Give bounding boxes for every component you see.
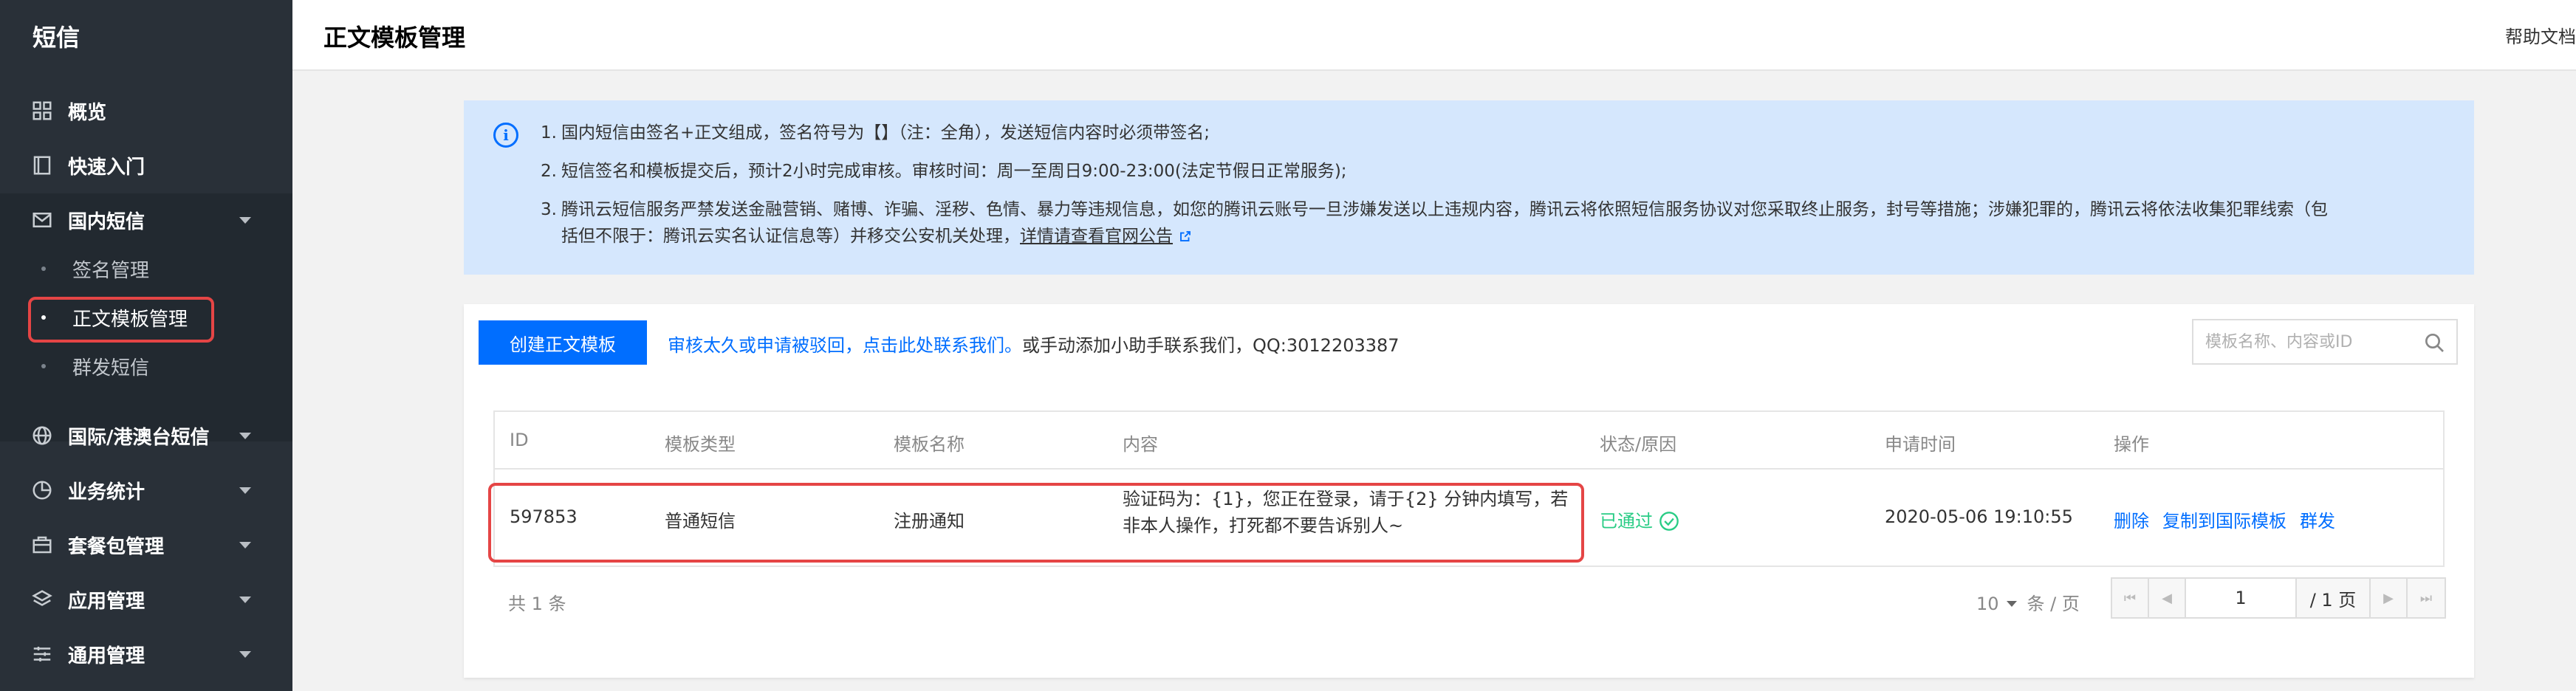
globe-icon <box>31 424 53 447</box>
annotation-highlight <box>488 483 1584 563</box>
official-announcement-link[interactable]: 详情请查看官网公告 <box>1020 227 1173 246</box>
chevron-down-icon <box>239 597 251 603</box>
grid-icon <box>31 100 53 122</box>
notice-number: 2. <box>541 162 557 181</box>
sidebar: 短信 概览 快速入门 国内短信 签名管理 正文模板管理 群发短信 国际/港澳台短… <box>0 0 292 691</box>
chevron-down-icon <box>239 487 251 494</box>
sidebar-item-label: 套餐包管理 <box>68 535 165 558</box>
annotation-highlight <box>28 297 214 343</box>
sidebar-item-label: 业务统计 <box>68 481 145 503</box>
dot-icon <box>41 364 46 368</box>
cell-actions: 删除 复制到国际模板 群发 <box>2114 506 2349 532</box>
page-size-select[interactable]: 10 条 / 页 <box>1976 589 2080 615</box>
header: 正文模板管理 帮助文档 <box>292 0 2576 71</box>
chevron-down-icon <box>239 217 251 224</box>
sidebar-item-international-sms[interactable]: 国际/港澳台短信 <box>0 409 292 462</box>
column-header: 申请时间 <box>1885 434 1956 455</box>
sidebar-item-statistics[interactable]: 业务统计 <box>0 464 292 517</box>
copy-to-international-button[interactable]: 复制到国际模板 <box>2162 511 2286 532</box>
notice-panel: i 1. 国内短信由签名+正文组成，签名符号为【】（注：全角），发送短信内容时必须… <box>464 100 2474 275</box>
total-count: 共 1 条 <box>508 594 566 614</box>
create-template-button[interactable]: 创建正文模板 <box>479 320 647 365</box>
book-icon <box>31 154 53 176</box>
last-page-button[interactable]: ⏭ <box>2408 579 2445 617</box>
status-text: 已通过 <box>1600 511 1653 532</box>
sidebar-item-label: 国际/港澳台短信 <box>68 426 210 449</box>
layers-icon <box>31 588 53 611</box>
sidebar-item-packages[interactable]: 套餐包管理 <box>0 518 292 571</box>
next-page-button[interactable]: ▶ <box>2371 579 2408 617</box>
mail-icon <box>31 209 53 231</box>
table-header: ID 模板类型 模板名称 内容 状态/原因 申请时间 操作 <box>495 412 2443 470</box>
chevron-down-icon <box>239 651 251 658</box>
delete-button[interactable]: 删除 <box>2114 511 2149 532</box>
bulk-send-button[interactable]: 群发 <box>2300 511 2335 532</box>
pagination: ⏮ ◀ / 1 页 ▶ ⏭ <box>2111 577 2446 619</box>
sliders-icon <box>31 643 53 665</box>
search-box <box>2192 319 2458 365</box>
notice-text: 国内短信由签名+正文组成，签名符号为【】（注：全角），发送短信内容时必须带签名; <box>561 123 1210 142</box>
sidebar-item-overview[interactable]: 概览 <box>0 84 292 137</box>
notice-line: 括但不限于：腾讯云实名认证信息等）并移交公安机关处理，详情请查看官网公告 <box>561 223 1192 250</box>
column-header: 内容 <box>1123 434 1158 455</box>
sidebar-item-label: 概览 <box>68 101 107 124</box>
help-docs-link[interactable]: 帮助文档 <box>2505 22 2576 48</box>
page-title: 正文模板管理 <box>323 24 466 52</box>
sidebar-title: 短信 <box>32 24 80 52</box>
submenu-item-signature[interactable]: 签名管理 <box>0 245 292 292</box>
sidebar-item-apps[interactable]: 应用管理 <box>0 573 292 626</box>
sidebar-item-label: 快速入门 <box>68 156 145 179</box>
contact-tip-text: 或手动添加小助手联系我们，QQ:3012203387 <box>1022 335 1400 356</box>
prev-page-button[interactable]: ◀ <box>2149 579 2186 617</box>
contact-us-link[interactable]: 审核太久或申请被驳回，点击此处联系我们。 <box>668 335 1022 356</box>
notice-text: 腾讯云短信服务严禁发送金融营销、赌博、诈骗、淫秽、色情、暴力等违规信息，如您的腾… <box>561 200 2328 219</box>
column-header: 模板名称 <box>894 434 965 455</box>
notice-number: 1. <box>541 123 557 142</box>
contact-tip: 审核太久或申请被驳回，点击此处联系我们。或手动添加小助手联系我们，QQ:3012… <box>668 331 1400 357</box>
submenu-item-bulk-sms[interactable]: 群发短信 <box>0 343 292 390</box>
first-page-button[interactable]: ⏮ <box>2112 579 2149 617</box>
cell-status: 已通过 <box>1600 506 1679 532</box>
column-header: 操作 <box>2114 434 2149 455</box>
notice-line: 2. 短信签名和模板提交后，预计2小时完成审核。审核时间：周一至周日9:00-23… <box>541 158 1347 185</box>
sidebar-item-general[interactable]: 通用管理 <box>0 628 292 681</box>
cell-time: 2020-05-06 19:10:55 <box>1885 506 2073 527</box>
column-header: ID <box>510 430 529 450</box>
page-number-input[interactable] <box>2186 579 2297 617</box>
notice-line: 1. 国内短信由签名+正文组成，签名符号为【】（注：全角），发送短信内容时必须带签… <box>541 120 1210 146</box>
notice-text: 括但不限于：腾讯云实名认证信息等）并移交公安机关处理， <box>561 227 1020 246</box>
chevron-down-icon <box>239 542 251 549</box>
per-page-label: 条 / 页 <box>2027 594 2080 614</box>
sidebar-item-label: 应用管理 <box>68 590 145 613</box>
external-link-icon <box>1180 231 1191 241</box>
search-icon[interactable] <box>2422 331 2446 354</box>
chevron-down-icon <box>239 433 251 439</box>
package-icon <box>31 534 53 556</box>
page-size-value: 10 <box>1976 594 1999 614</box>
sidebar-item-quickstart[interactable]: 快速入门 <box>0 139 292 192</box>
search-input[interactable] <box>2205 331 2412 353</box>
submenu-item-label: 签名管理 <box>72 259 150 282</box>
total-pages: / 1 页 <box>2297 579 2371 617</box>
notice-text: 短信签名和模板提交后，预计2小时完成审核。审核时间：周一至周日9:00-23:0… <box>561 162 1347 181</box>
caret-down-icon <box>2006 601 2017 607</box>
pie-chart-icon <box>31 479 53 501</box>
info-icon: i <box>493 123 518 148</box>
column-header: 模板类型 <box>665 434 736 455</box>
submenu-item-label: 群发短信 <box>72 357 150 379</box>
sidebar-item-label: 国内短信 <box>68 210 145 233</box>
check-circle-icon <box>1659 512 1679 531</box>
notice-number: 3. <box>541 200 557 219</box>
sidebar-item-domestic-sms[interactable]: 国内短信 <box>0 193 292 247</box>
dot-icon <box>41 267 46 271</box>
column-header: 状态/原因 <box>1600 434 1677 455</box>
sidebar-item-label: 通用管理 <box>68 644 145 667</box>
notice-line: 3. 腾讯云短信服务严禁发送金融营销、赌博、诈骗、淫秽、色情、暴力等违规信息，如您… <box>541 196 2328 223</box>
